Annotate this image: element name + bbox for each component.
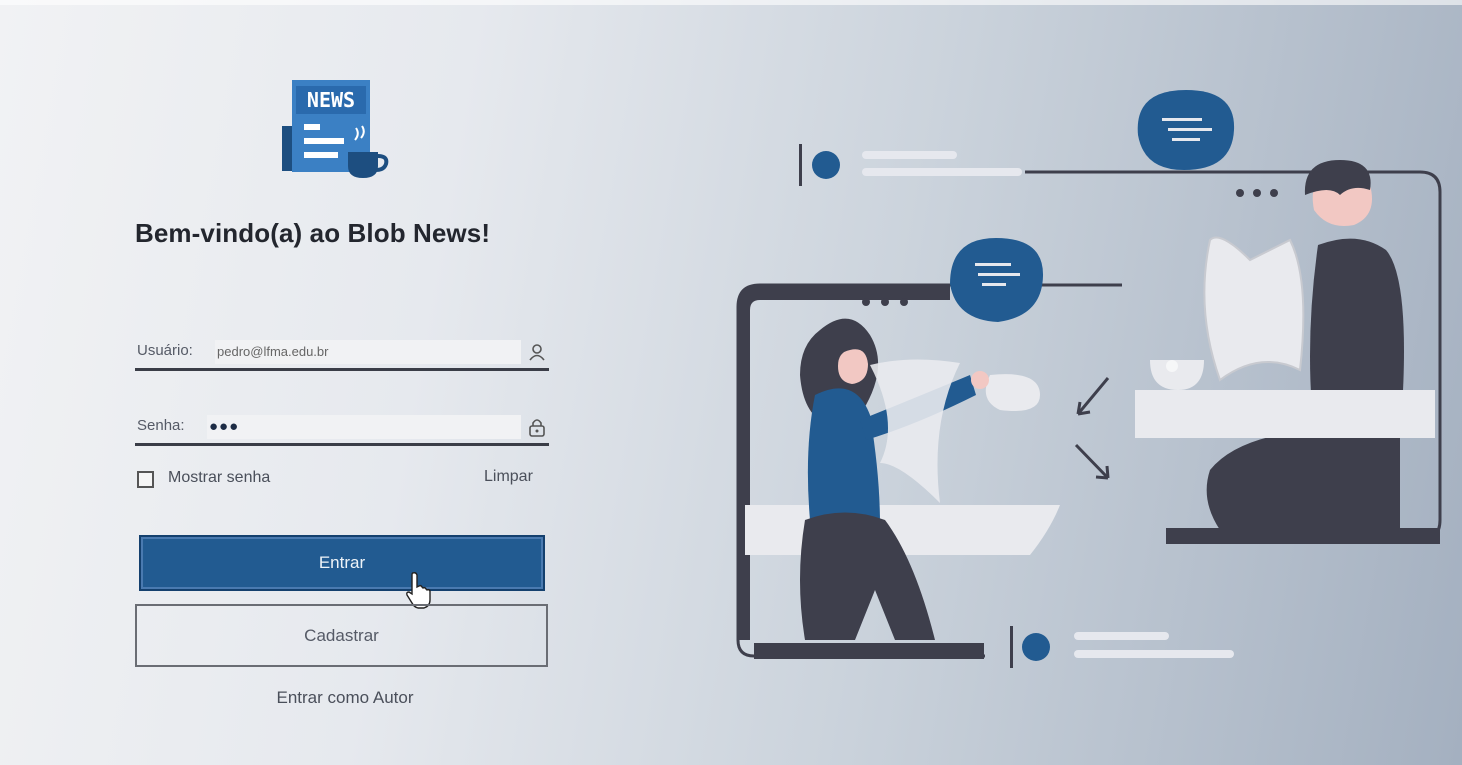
- username-label: Usuário:: [137, 342, 193, 359]
- lock-icon: [529, 419, 545, 437]
- password-input[interactable]: ●●●: [207, 415, 521, 439]
- welcome-title: Bem-vindo(a) ao Blob News!: [135, 218, 491, 248]
- username-field[interactable]: Usuário: pedro@lfma.edu.br: [135, 338, 549, 371]
- logo-text: NEWS: [307, 88, 355, 112]
- user-icon: [529, 344, 545, 361]
- password-label: Senha:: [137, 417, 185, 434]
- username-input[interactable]: pedro@lfma.edu.br: [215, 340, 521, 364]
- author-login-link[interactable]: Entrar como Autor: [200, 688, 490, 708]
- news-logo-icon: NEWS: [282, 80, 389, 178]
- show-password-checkbox[interactable]: [137, 471, 154, 488]
- register-button[interactable]: Cadastrar: [135, 604, 548, 667]
- show-password-label: Mostrar senha: [168, 469, 271, 486]
- clear-button[interactable]: Limpar: [484, 468, 533, 486]
- enter-button[interactable]: Entrar: [139, 535, 545, 591]
- password-field[interactable]: Senha: ●●●: [135, 413, 549, 446]
- reading-news-illustration: [736, 90, 1442, 668]
- top-edge: [0, 0, 1462, 5]
